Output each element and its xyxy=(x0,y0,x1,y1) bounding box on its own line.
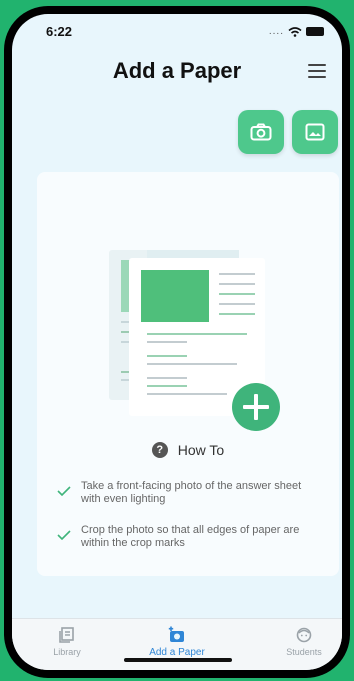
plus-icon xyxy=(232,383,280,431)
library-icon xyxy=(59,627,74,643)
tab-library[interactable]: Library xyxy=(17,625,117,657)
paper-illustration xyxy=(109,250,280,431)
tip-text: Crop the photo so that all edges of pape… xyxy=(81,524,300,549)
tab-add-paper[interactable]: Add a Paper xyxy=(127,625,227,658)
status-bar: 6:22 .... xyxy=(12,24,342,44)
student-face-icon xyxy=(296,627,312,643)
instructions-card: ? How To Take a front-facing photo of th… xyxy=(37,172,339,576)
status-time: 6:22 xyxy=(46,24,73,39)
phone-frame: 6:22 .... Add a Paper ? How To Take a fr… xyxy=(4,6,350,678)
tab-label: Library xyxy=(53,647,81,657)
how-to-label: How To xyxy=(177,442,225,458)
camera-button[interactable] xyxy=(238,110,284,154)
check-icon xyxy=(57,530,71,540)
tip-text: Take a front-facing photo of the answer … xyxy=(81,480,302,505)
tip-item: Crop the photo so that all edges of pape… xyxy=(57,524,323,550)
home-indicator xyxy=(124,658,232,662)
image-icon xyxy=(305,123,325,141)
check-icon xyxy=(57,486,71,496)
wifi-icon xyxy=(288,26,302,37)
question-circle-icon: ? xyxy=(151,442,168,458)
tab-label: Add a Paper xyxy=(149,647,205,658)
tab-label: Students xyxy=(286,647,322,657)
tab-students[interactable]: Students xyxy=(254,625,342,657)
tab-bar: Library Add a Paper Students xyxy=(12,618,342,670)
how-to-heading: ? How To xyxy=(37,442,339,458)
camera-icon xyxy=(250,123,272,141)
battery-icon xyxy=(306,27,324,36)
status-indicators: .... xyxy=(269,26,324,37)
app-screen: 6:22 .... Add a Paper ? How To Take a fr… xyxy=(12,14,342,670)
add-photo-icon xyxy=(168,626,184,642)
hamburger-menu-icon[interactable] xyxy=(308,64,326,78)
signal-dots: .... xyxy=(268,26,284,37)
page-title: Add a Paper xyxy=(112,58,242,83)
gallery-button[interactable] xyxy=(292,110,338,154)
tip-item: Take a front-facing photo of the answer … xyxy=(57,480,323,506)
